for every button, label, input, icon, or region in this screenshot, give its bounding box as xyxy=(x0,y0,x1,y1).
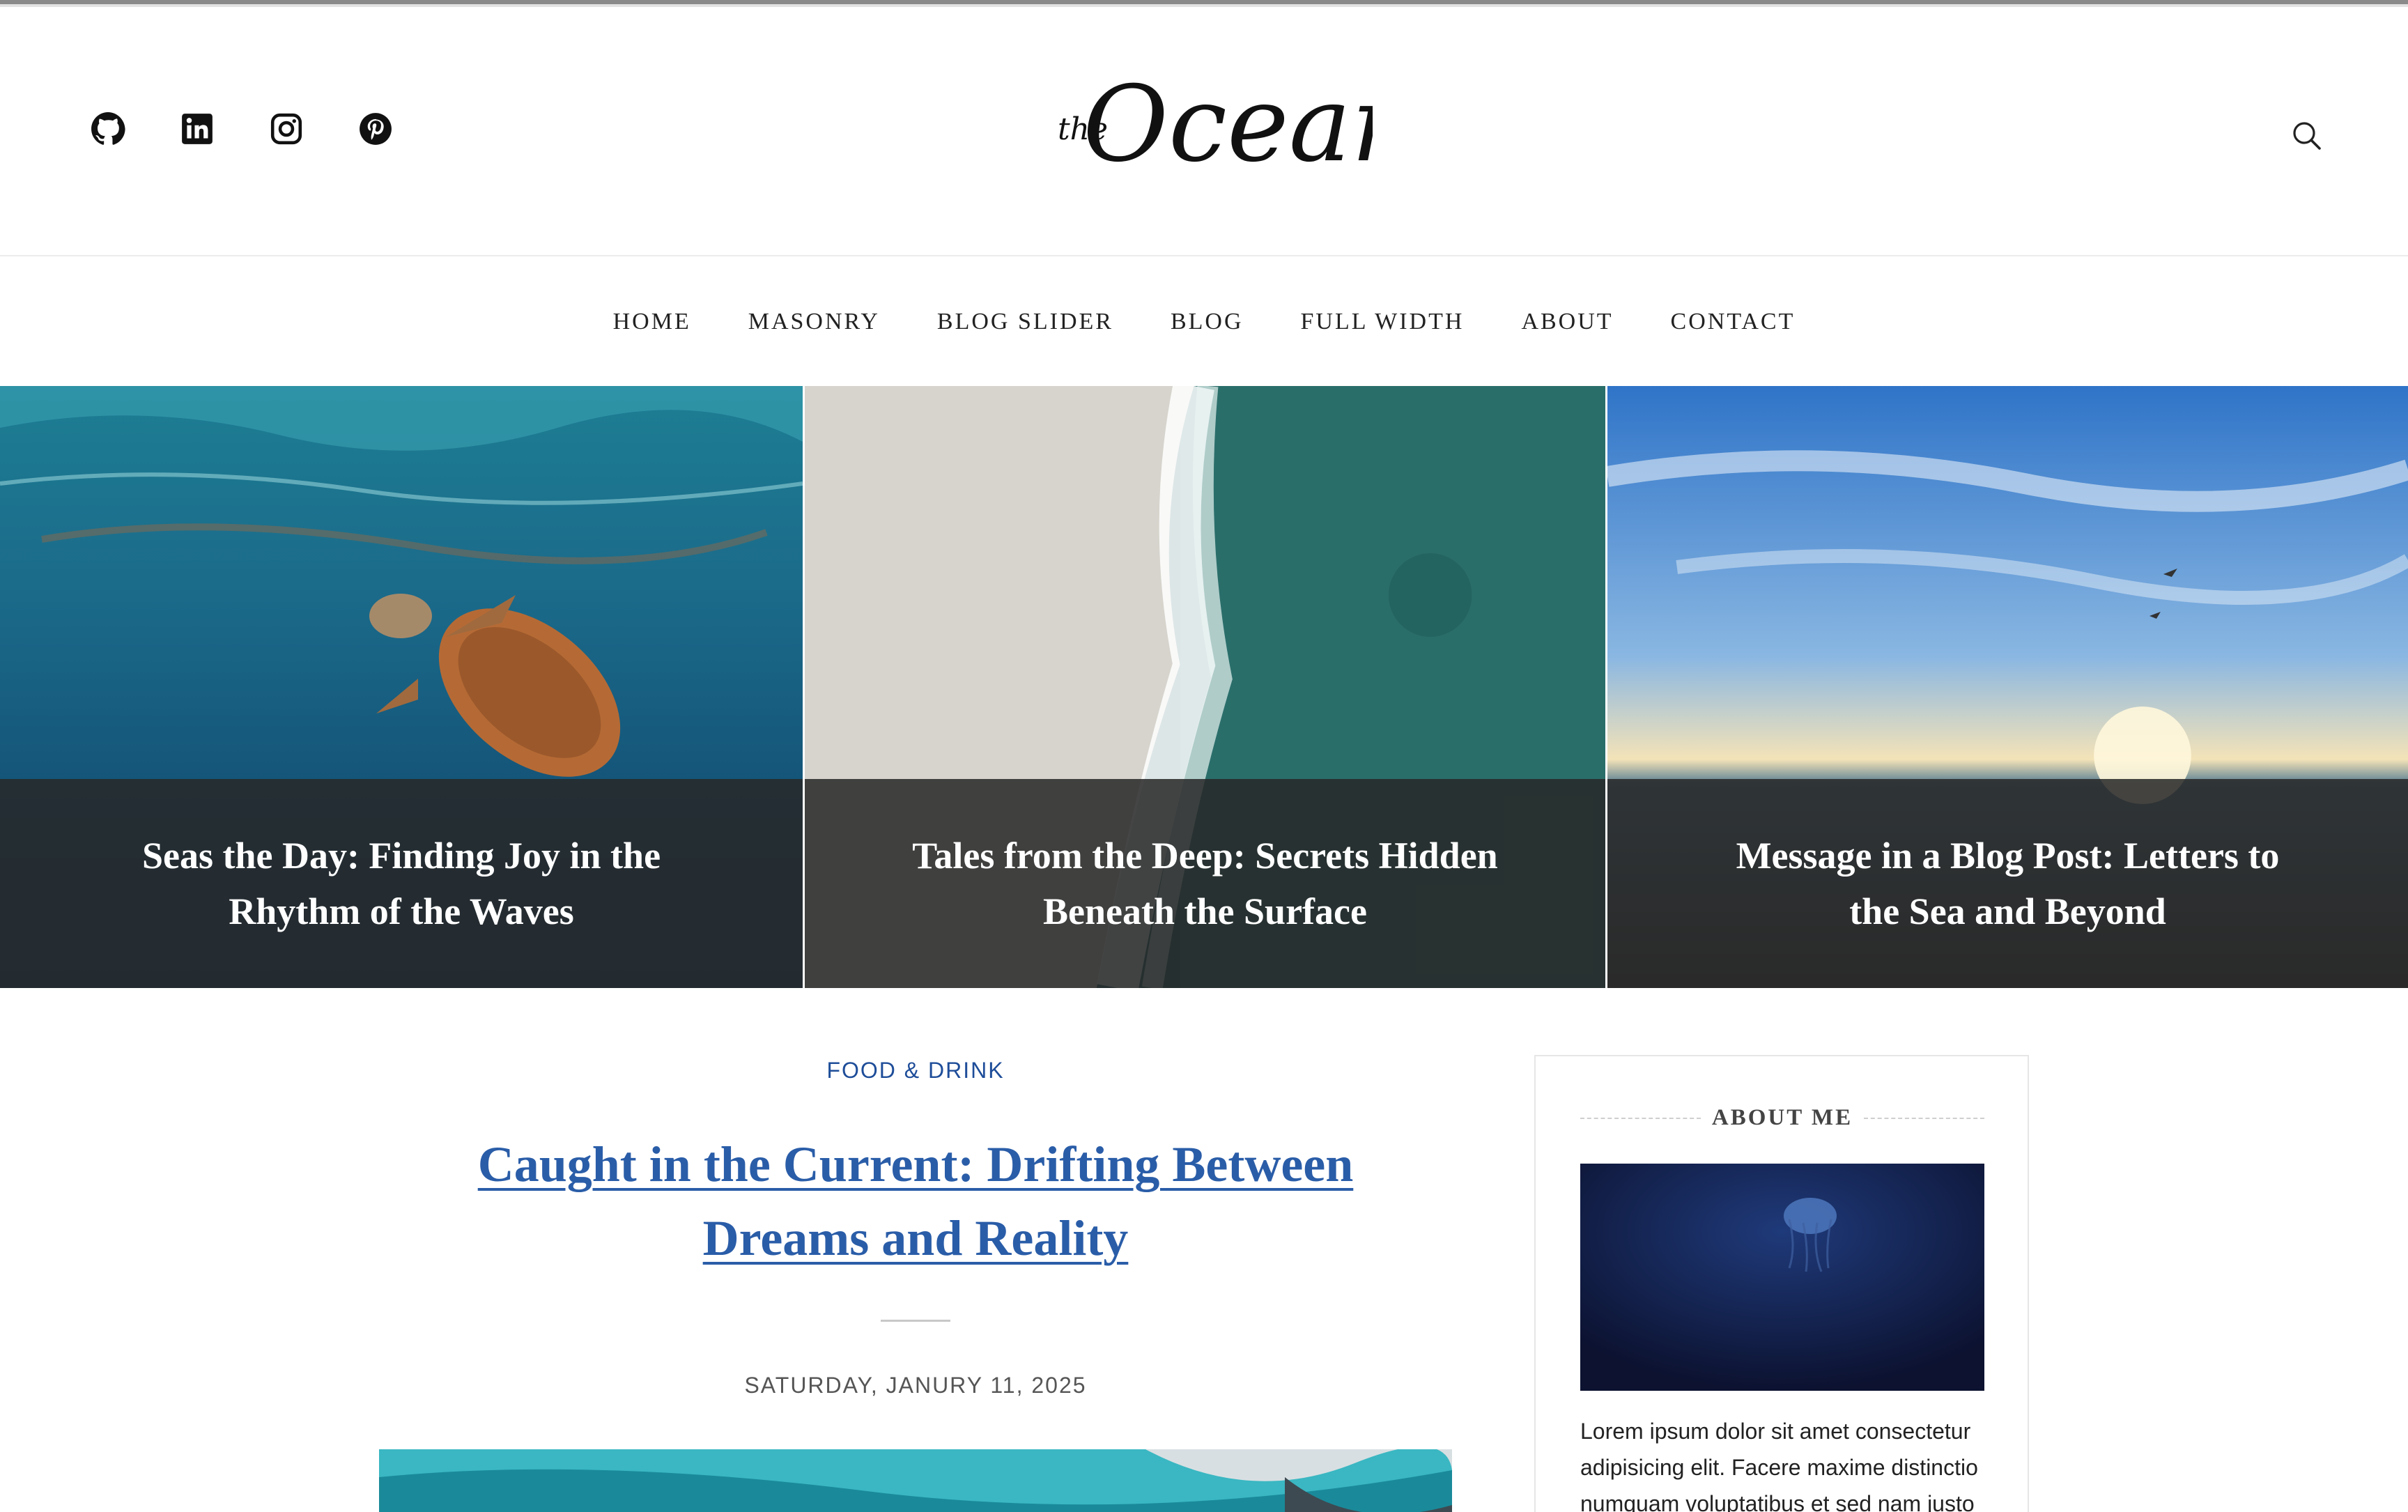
svg-text:Ocean: Ocean xyxy=(1083,64,1373,185)
post-title-link[interactable]: Caught in the Current: Drifting Between … xyxy=(478,1136,1354,1266)
title-rule xyxy=(1864,1117,1985,1119)
post-date: SATURDAY, JANURY 11, 2025 xyxy=(744,1373,1087,1398)
featured-slider: Seas the Day: Finding Joy in the Rhythm … xyxy=(0,386,2408,988)
slide-card[interactable]: Message in a Blog Post: Letters to the S… xyxy=(1605,386,2408,988)
slide-caption: Tales from the Deep: Secrets Hidden Bene… xyxy=(805,779,1605,988)
nav-item-blog[interactable]: BLOG xyxy=(1171,309,1244,335)
instagram-icon[interactable] xyxy=(269,111,304,146)
main-navigation: HOME MASONRY BLOG SLIDER BLOG FULL WIDTH… xyxy=(0,258,2408,386)
search-icon[interactable] xyxy=(2290,118,2323,152)
about-text: Lorem ipsum dolor sit amet consectetur a… xyxy=(1580,1419,1978,1512)
post-featured-image[interactable] xyxy=(379,1449,1452,1512)
nav-item-blog-slider[interactable]: BLOG SLIDER xyxy=(937,309,1113,335)
post-title: Caught in the Current: Drifting Between … xyxy=(428,1127,1403,1275)
nav-item-masonry[interactable]: MASONRY xyxy=(748,309,880,335)
nav-item-contact[interactable]: CONTACT xyxy=(1671,309,1796,335)
slide-card[interactable]: Seas the Day: Finding Joy in the Rhythm … xyxy=(0,386,803,988)
nav-item-home[interactable]: HOME xyxy=(613,309,691,335)
post-category[interactable]: FOOD & DRINK xyxy=(379,1058,1452,1083)
site-logo[interactable]: the Ocean xyxy=(1038,56,1373,195)
pinterest-icon[interactable] xyxy=(358,111,393,146)
nav-item-about[interactable]: ABOUT xyxy=(1521,309,1613,335)
linkedin-icon[interactable] xyxy=(180,111,215,146)
slide-caption: Seas the Day: Finding Joy in the Rhythm … xyxy=(0,779,803,988)
slide-card[interactable]: Tales from the Deep: Secrets Hidden Bene… xyxy=(803,386,1605,988)
blog-post: FOOD & DRINK Caught in the Current: Drif… xyxy=(379,988,1452,1512)
about-me-widget: ABOUT ME Lorem ipsum dolor sit amet cons… xyxy=(1534,1055,2029,1512)
github-icon[interactable] xyxy=(91,111,125,146)
widget-title-text: ABOUT ME xyxy=(1711,1105,1853,1130)
title-rule xyxy=(1580,1117,1701,1119)
slide-title[interactable]: Tales from the Deep: Secrets Hidden Bene… xyxy=(909,828,1501,939)
top-border xyxy=(0,0,2408,7)
site-header: the Ocean xyxy=(0,7,2408,256)
slide-title[interactable]: Seas the Day: Finding Joy in the Rhythm … xyxy=(105,828,698,939)
social-links xyxy=(91,111,393,146)
nav-item-full-width[interactable]: FULL WIDTH xyxy=(1301,309,1465,335)
title-divider xyxy=(881,1320,950,1322)
widget-title: ABOUT ME xyxy=(1580,1105,1985,1131)
jellyfish-image xyxy=(1580,1164,1984,1391)
slide-title[interactable]: Message in a Blog Post: Letters to the S… xyxy=(1712,828,2303,939)
slide-caption: Message in a Blog Post: Letters to the S… xyxy=(1607,779,2408,988)
